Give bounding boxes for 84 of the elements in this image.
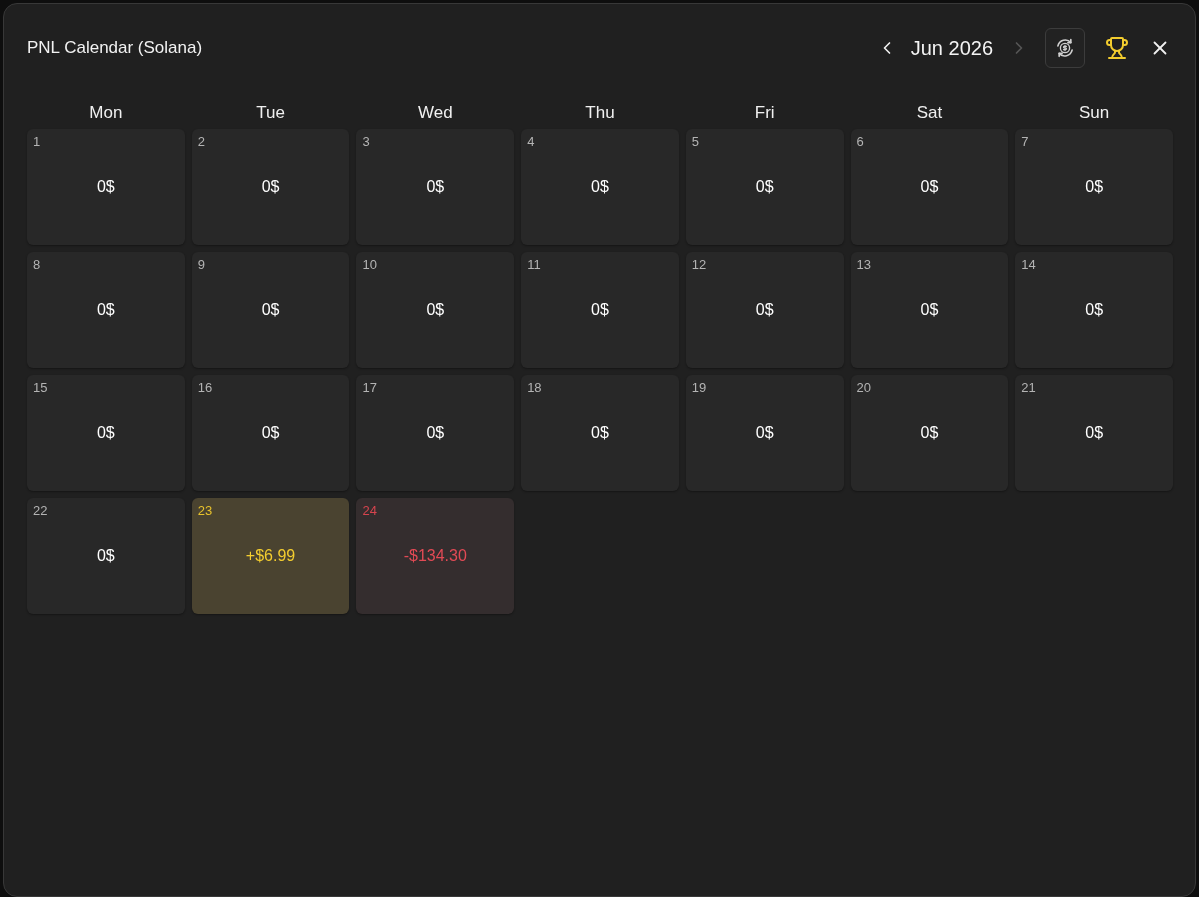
day-number: 12 xyxy=(691,257,707,272)
pnl-value: 0$ xyxy=(591,301,609,319)
day-cell[interactable]: 16 0$ xyxy=(191,375,350,491)
pnl-value: 0$ xyxy=(755,424,774,442)
pnl-value: 0$ xyxy=(426,424,445,442)
day-cell[interactable]: 14 0$ xyxy=(1015,252,1173,368)
pnl-value: 0$ xyxy=(96,424,115,442)
day-cell[interactable]: 13 0$ xyxy=(850,252,1009,368)
day-number: 10 xyxy=(362,257,377,272)
pnl-value: +$6.99 xyxy=(245,547,296,565)
window-title: PNL Calendar (Solana) xyxy=(27,38,203,58)
day-cell[interactable]: 8 0$ xyxy=(27,252,185,368)
day-number: 4 xyxy=(527,134,535,149)
day-number: 23 xyxy=(197,503,213,518)
day-number: 11 xyxy=(527,257,541,272)
pnl-value: 0$ xyxy=(261,178,280,196)
weekday-label: Fri xyxy=(754,102,775,124)
day-number: 13 xyxy=(856,257,872,272)
day-number: 1 xyxy=(33,134,41,149)
day-number: 18 xyxy=(527,380,542,395)
pnl-value: 0$ xyxy=(261,424,280,442)
weekday-label: Mon xyxy=(89,102,123,124)
day-number: 9 xyxy=(197,257,205,272)
month-label: Jun 2026 xyxy=(910,36,993,60)
day-cell[interactable]: 15 0$ xyxy=(27,375,185,491)
currency-swap-button[interactable] xyxy=(1045,28,1085,68)
currency-swap-icon xyxy=(1055,38,1075,58)
day-cell[interactable]: 23 +$6.99 xyxy=(191,498,350,614)
pnl-value: 0$ xyxy=(591,178,609,196)
day-cell[interactable]: 6 0$ xyxy=(850,129,1009,245)
day-number: 19 xyxy=(691,380,707,395)
day-number: 24 xyxy=(362,503,377,518)
weekday-label: Wed xyxy=(417,102,453,124)
trophy-icon xyxy=(1105,36,1129,60)
day-cell[interactable]: 2 0$ xyxy=(191,129,350,245)
day-number: 22 xyxy=(33,503,48,518)
day-cell[interactable]: 21 0$ xyxy=(1015,375,1173,491)
day-number: 14 xyxy=(1021,257,1036,272)
pnl-value: 0$ xyxy=(920,424,939,442)
pnl-value: -$134.30 xyxy=(403,547,467,565)
pnl-value: 0$ xyxy=(920,301,939,319)
day-cell[interactable]: 5 0$ xyxy=(685,129,844,245)
pnl-value: 0$ xyxy=(426,301,445,319)
day-cell[interactable]: 18 0$ xyxy=(521,375,679,491)
pnl-value: 0$ xyxy=(96,301,115,319)
day-cell[interactable]: 9 0$ xyxy=(191,252,350,368)
trophy-button[interactable] xyxy=(1105,36,1129,60)
pnl-value: 0$ xyxy=(426,178,445,196)
pnl-value: 0$ xyxy=(755,178,774,196)
pnl-value: 0$ xyxy=(96,547,115,565)
pnl-value: 0$ xyxy=(591,424,609,442)
day-number: 17 xyxy=(362,380,377,395)
day-cell[interactable]: 19 0$ xyxy=(685,375,844,491)
day-number: 8 xyxy=(33,257,41,272)
day-cell[interactable]: 11 0$ xyxy=(521,252,679,368)
weekday-label: Tue xyxy=(256,102,285,124)
day-number: 15 xyxy=(33,380,48,395)
day-cell[interactable]: 20 0$ xyxy=(850,375,1009,491)
pnl-value: 0$ xyxy=(1085,424,1104,442)
day-cell[interactable]: 10 0$ xyxy=(356,252,515,368)
weekday-label: Sat xyxy=(916,102,943,124)
pnl-value: 0$ xyxy=(920,178,939,196)
day-number: 2 xyxy=(197,134,205,149)
day-cell[interactable]: 22 0$ xyxy=(27,498,185,614)
day-cell[interactable]: 3 0$ xyxy=(356,129,515,245)
weekday-label: Sun xyxy=(1079,102,1110,124)
day-number: 6 xyxy=(856,134,864,149)
day-number: 3 xyxy=(362,134,370,149)
pnl-value: 0$ xyxy=(1085,178,1104,196)
day-cell[interactable]: 4 0$ xyxy=(521,129,679,245)
weekday-label: Thu xyxy=(585,102,615,124)
day-cell[interactable]: 1 0$ xyxy=(27,129,185,245)
pnl-value: 0$ xyxy=(261,301,280,319)
pnl-value: 0$ xyxy=(96,178,115,196)
day-number: 20 xyxy=(856,380,872,395)
day-cell[interactable]: 17 0$ xyxy=(356,375,515,491)
day-cell[interactable]: 12 0$ xyxy=(685,252,844,368)
pnl-value: 0$ xyxy=(1085,301,1104,319)
day-number: 7 xyxy=(1021,134,1029,149)
pnl-value: 0$ xyxy=(755,301,774,319)
day-number: 16 xyxy=(197,380,213,395)
day-cell[interactable]: 7 0$ xyxy=(1015,129,1173,245)
day-number: 21 xyxy=(1021,380,1036,395)
day-number: 5 xyxy=(691,134,700,149)
